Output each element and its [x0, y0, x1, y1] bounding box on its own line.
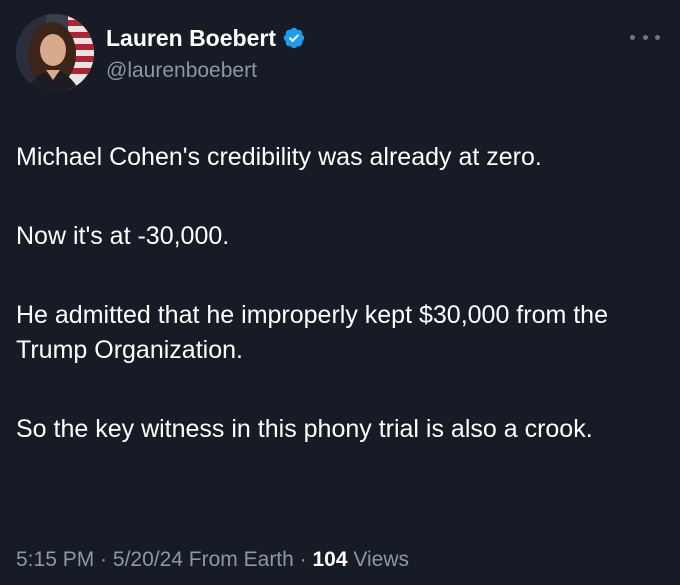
- views-label[interactable]: Views: [348, 548, 409, 571]
- tweet-source: From Earth: [182, 548, 294, 571]
- tweet-date[interactable]: 5/20/24: [113, 548, 183, 571]
- meta-separator: ·: [293, 548, 313, 571]
- avatar-image: [16, 14, 94, 92]
- tweet-paragraph: Now it's at -30,000.: [16, 222, 230, 250]
- more-dot: [642, 34, 648, 40]
- views-count[interactable]: 104: [313, 548, 348, 571]
- tweet-text: Michael Cohen's credibility was already …: [16, 140, 666, 491]
- tweet-card: Lauren Boebert @laurenboebert Michael Co…: [0, 0, 680, 585]
- avatar[interactable]: [16, 14, 94, 92]
- tweet-meta: 5:15 PM · 5/20/24 From Earth · 104 Views: [16, 546, 409, 574]
- tweet-time[interactable]: 5:15 PM: [16, 548, 94, 571]
- tweet-paragraph: Michael Cohen's credibility was already …: [16, 143, 542, 171]
- author-handle[interactable]: @laurenboebert: [106, 58, 257, 84]
- author-display-name[interactable]: Lauren Boebert: [106, 24, 276, 52]
- more-horizontal-icon[interactable]: [630, 30, 660, 44]
- more-dot: [630, 34, 635, 40]
- tweet-paragraph: So the key witness in this phony trial i…: [16, 415, 593, 443]
- more-dot: [655, 34, 660, 40]
- meta-separator: ·: [94, 548, 113, 571]
- tweet-paragraph: He admitted that he improperly kept $30,…: [16, 301, 608, 364]
- verified-badge-icon[interactable]: [282, 26, 306, 50]
- author-name-row: Lauren Boebert: [106, 24, 306, 52]
